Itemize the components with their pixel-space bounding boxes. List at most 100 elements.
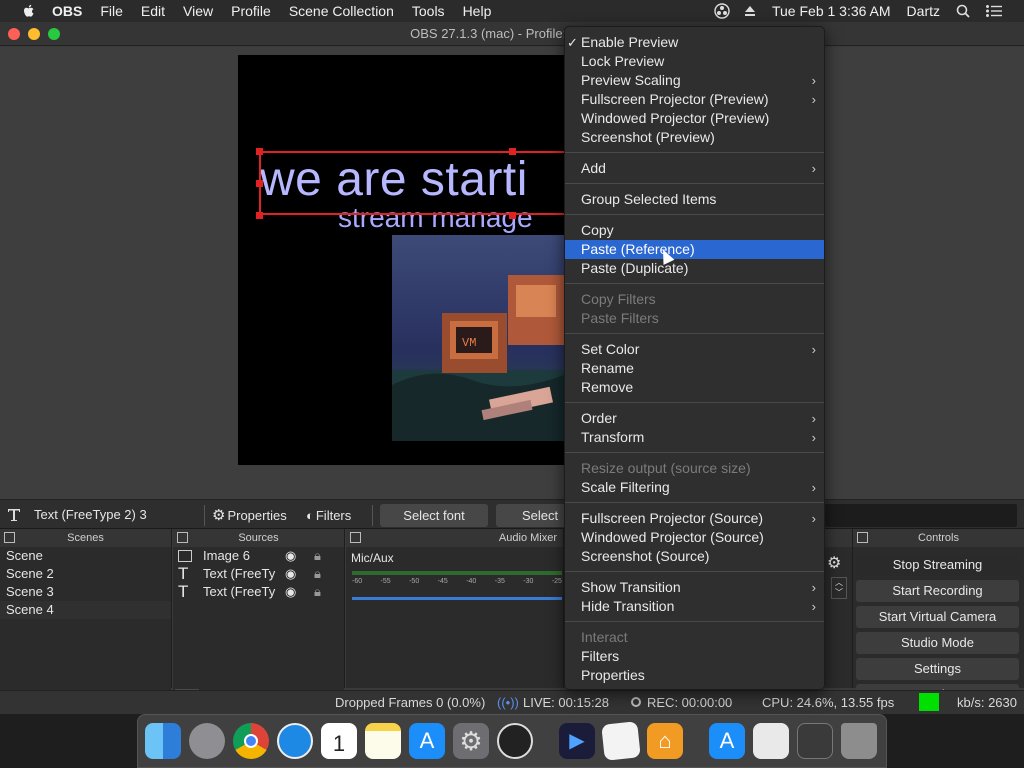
menu-item-label: Add: [581, 160, 606, 176]
visibility-eye-icon[interactable]: ◉: [285, 547, 296, 565]
undock-icon[interactable]: [177, 532, 188, 543]
text-input-field[interactable]: [825, 504, 1017, 527]
menu-tools[interactable]: Tools: [412, 3, 445, 19]
lock-icon[interactable]: 🔒︎: [314, 583, 321, 601]
menu-profile[interactable]: Profile: [231, 3, 271, 19]
stop-streaming-button[interactable]: Stop Streaming: [856, 554, 1019, 576]
start-virtual-camera-button[interactable]: Start Virtual Camera: [856, 606, 1019, 628]
start-recording-button[interactable]: Start Recording: [856, 580, 1019, 602]
home-icon[interactable]: ⌂: [647, 723, 683, 759]
preview-area[interactable]: VM we are starti stream manage: [0, 47, 1024, 499]
menu-item-screenshot-preview[interactable]: Screenshot (Preview): [565, 128, 824, 147]
menu-separator: [565, 283, 824, 284]
preview-icon[interactable]: [753, 723, 789, 759]
notification-center-icon[interactable]: [986, 5, 1002, 17]
transition-gear-icon[interactable]: ⚙: [827, 553, 841, 573]
properties-button[interactable]: ⚙ Properties: [208, 504, 295, 527]
macos-dock: 1 A ⚙ ▶ ⌂ A: [137, 714, 887, 768]
trash-icon[interactable]: [841, 723, 877, 759]
retro-computer-image[interactable]: VM: [392, 235, 564, 441]
menu-item-fullscreen-projector-source[interactable]: Fullscreen Projector (Source) ›: [565, 509, 824, 528]
lock-icon[interactable]: 🔒︎: [314, 547, 321, 565]
menu-item-group-selected-items[interactable]: Group Selected Items: [565, 190, 824, 209]
menu-item-enable-preview[interactable]: ✓ Enable Preview: [565, 33, 824, 52]
menu-item-order[interactable]: Order ›: [565, 409, 824, 428]
menu-item-windowed-projector-preview[interactable]: Windowed Projector (Preview): [565, 109, 824, 128]
menu-item-copy[interactable]: Copy: [565, 221, 824, 240]
preview-canvas[interactable]: VM we are starti stream manage: [238, 55, 564, 465]
textedit-icon[interactable]: [601, 721, 641, 761]
menu-item-paste-duplicate[interactable]: Paste (Duplicate): [565, 259, 824, 278]
menu-item-scale-filtering[interactable]: Scale Filtering ›: [565, 478, 824, 497]
resize-handle-tm[interactable]: [509, 148, 516, 155]
menu-help[interactable]: Help: [463, 3, 492, 19]
scene-item[interactable]: Scene 3: [0, 583, 171, 601]
source-item[interactable]: Image 6 ◉ 🔒︎: [173, 547, 344, 565]
resize-handle-bl[interactable]: [256, 212, 263, 219]
maximize-window-button[interactable]: [48, 28, 60, 40]
visibility-eye-icon[interactable]: ◉: [285, 565, 296, 583]
undock-icon[interactable]: [857, 532, 868, 543]
system-preferences-icon[interactable]: ⚙: [453, 723, 489, 759]
chrome-icon[interactable]: [233, 723, 269, 759]
launchpad-icon[interactable]: [189, 723, 225, 759]
menu-item-set-color[interactable]: Set Color ›: [565, 340, 824, 359]
menu-item-rename[interactable]: Rename: [565, 359, 824, 378]
calendar-icon[interactable]: 1: [321, 723, 357, 759]
duration-stepper[interactable]: ︿ ﹀: [831, 577, 847, 599]
video-app-icon[interactable]: ▶: [559, 723, 595, 759]
minimize-window-button[interactable]: [28, 28, 40, 40]
menu-item-lock-preview[interactable]: Lock Preview: [565, 52, 824, 71]
visibility-eye-icon[interactable]: ◉: [285, 583, 296, 601]
menu-view[interactable]: View: [183, 3, 213, 19]
app-store-icon[interactable]: A: [409, 723, 445, 759]
menu-item-remove[interactable]: Remove: [565, 378, 824, 397]
finder-icon[interactable]: [145, 723, 181, 759]
safari-icon[interactable]: [277, 723, 313, 759]
volume-slider[interactable]: [352, 597, 562, 600]
menu-item-fullscreen-projector-preview[interactable]: Fullscreen Projector (Preview) ›: [565, 90, 824, 109]
settings-button[interactable]: Settings: [856, 658, 1019, 680]
menu-item-show-transition[interactable]: Show Transition ›: [565, 578, 824, 597]
close-window-button[interactable]: [8, 28, 20, 40]
audio-mixer-header: Audio Mixer: [346, 529, 563, 547]
menu-file[interactable]: File: [100, 3, 123, 19]
obs-icon[interactable]: [497, 723, 533, 759]
undock-icon[interactable]: [350, 532, 361, 543]
resize-handle-tl[interactable]: [256, 148, 263, 155]
app-store-icon[interactable]: A: [709, 723, 745, 759]
menu-item-screenshot-source[interactable]: Screenshot (Source): [565, 547, 824, 566]
eject-icon[interactable]: [744, 5, 756, 17]
menu-item-hide-transition[interactable]: Hide Transition ›: [565, 597, 824, 616]
menu-app-name[interactable]: OBS: [52, 3, 82, 19]
menu-item-filters[interactable]: Filters: [565, 647, 824, 666]
resize-handle-ml[interactable]: [256, 180, 263, 187]
obs-tray-icon[interactable]: [714, 3, 730, 19]
source-item[interactable]: T Text (FreeTy ◉ 🔒︎: [173, 565, 344, 583]
menu-item-add[interactable]: Add ›: [565, 159, 824, 178]
scene-item[interactable]: Scene: [0, 547, 171, 565]
lock-icon[interactable]: 🔒︎: [314, 565, 321, 583]
menu-item-transform[interactable]: Transform ›: [565, 428, 824, 447]
menu-edit[interactable]: Edit: [141, 3, 165, 19]
source-selection-box[interactable]: [259, 151, 564, 215]
apple-icon[interactable]: [20, 3, 38, 19]
source-item[interactable]: T Text (FreeTy ◉ 🔒︎: [173, 583, 344, 601]
menu-item-paste-reference[interactable]: Paste (Reference): [565, 240, 824, 259]
menu-datetime[interactable]: Tue Feb 1 3:36 AM: [772, 3, 891, 19]
resize-handle-bm[interactable]: [509, 212, 516, 219]
scene-item[interactable]: Scene 2: [0, 565, 171, 583]
menu-item-windowed-projector-source[interactable]: Windowed Projector (Source): [565, 528, 824, 547]
menu-item-properties[interactable]: Properties: [565, 666, 824, 685]
filters-button[interactable]: ◐ Filters: [302, 504, 359, 527]
folder-icon[interactable]: [797, 723, 833, 759]
menu-user[interactable]: Dartz: [907, 3, 940, 19]
notes-icon[interactable]: [365, 723, 401, 759]
menu-scene-collection[interactable]: Scene Collection: [289, 3, 394, 19]
select-font-button[interactable]: Select font: [380, 504, 488, 527]
spotlight-search-icon[interactable]: [956, 4, 970, 18]
undock-icon[interactable]: [4, 532, 15, 543]
menu-item-preview-scaling[interactable]: Preview Scaling ›: [565, 71, 824, 90]
scene-item-selected[interactable]: Scene 4: [0, 601, 171, 619]
studio-mode-button[interactable]: Studio Mode: [856, 632, 1019, 654]
